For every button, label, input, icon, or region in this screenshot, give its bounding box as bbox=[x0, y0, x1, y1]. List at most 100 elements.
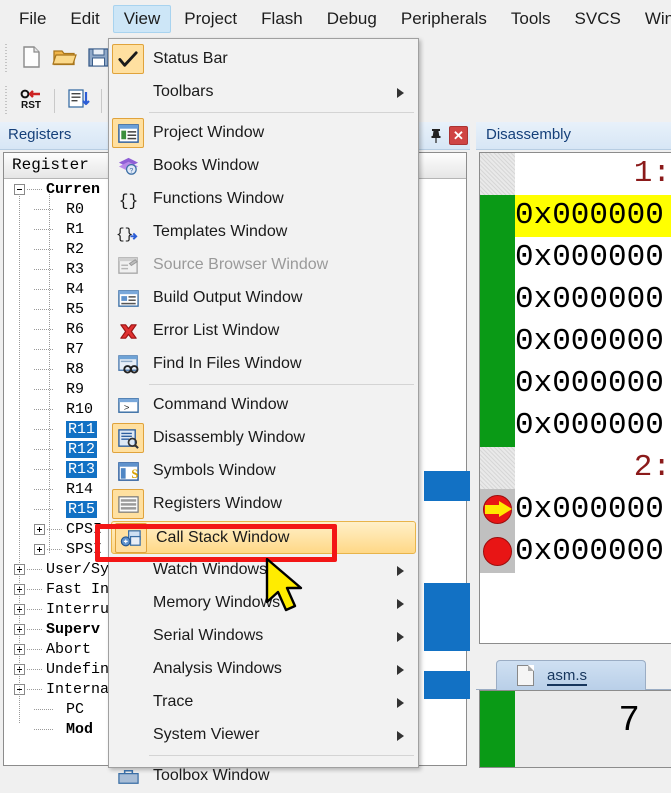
submenu-arrow-icon bbox=[397, 88, 404, 98]
menu-item-trace[interactable]: Trace bbox=[109, 686, 418, 719]
close-icon[interactable]: ✕ bbox=[449, 126, 468, 145]
menu-bar: File Edit View Project Flash Debug Peripherals… bbox=[0, 0, 671, 38]
menu-item-books-window[interactable]: ? Books Window bbox=[109, 150, 418, 183]
register-tree-row-label: SPSI bbox=[66, 541, 103, 558]
menu-item-label: Disassembly Window bbox=[153, 429, 306, 446]
reset-button[interactable]: RST bbox=[14, 84, 48, 118]
view-dropdown-menu[interactable]: Status Bar Toolbars Project Window? Books W… bbox=[108, 38, 419, 784]
templates-icon: {} bbox=[112, 217, 144, 247]
menu-item-label: Command Window bbox=[153, 396, 289, 413]
editor-text-area[interactable]: 7 bbox=[479, 690, 671, 768]
disassembly-gutter[interactable] bbox=[480, 153, 515, 643]
register-tree-row-label: R5 bbox=[66, 301, 85, 318]
svg-text:>: > bbox=[123, 402, 129, 413]
disassembly-line[interactable]: 0x000000 bbox=[515, 489, 671, 531]
menu-item-error-list-window[interactable]: Error List Window bbox=[109, 315, 418, 348]
menu-item-status-bar[interactable]: Status Bar bbox=[109, 43, 418, 76]
tree-connector bbox=[34, 469, 54, 470]
register-tree-row-label: PC bbox=[66, 701, 85, 718]
menu-item-find-in-files-window[interactable]: Find In Files Window bbox=[109, 348, 418, 381]
tree-connector bbox=[27, 569, 43, 570]
disassembly-line[interactable]: 0x000000 bbox=[515, 363, 671, 405]
disassembly-line[interactable]: 0x000000 bbox=[515, 405, 671, 447]
gutter-segment[interactable] bbox=[480, 363, 515, 405]
gutter-segment[interactable] bbox=[480, 447, 515, 489]
menu-item-system-viewer[interactable]: System Viewer bbox=[109, 719, 418, 752]
menu-item-functions-window[interactable]: {} Functions Window bbox=[109, 183, 418, 216]
menubar-item-tools[interactable]: Tools bbox=[500, 5, 562, 33]
open-folder-icon bbox=[52, 45, 78, 74]
menu-item-label: System Viewer bbox=[153, 726, 260, 743]
gutter-segment[interactable] bbox=[480, 195, 515, 237]
toolbar-separator bbox=[101, 89, 102, 113]
document-icon bbox=[517, 665, 534, 686]
svg-text:S: S bbox=[131, 467, 138, 481]
register-tree-row-label: Abort bbox=[46, 641, 92, 658]
register-tree-row-label: R8 bbox=[66, 361, 85, 378]
tree-connector bbox=[27, 609, 43, 610]
step-into-icon bbox=[65, 87, 91, 116]
tree-connector bbox=[34, 369, 54, 370]
tree-connector bbox=[34, 289, 54, 290]
menubar-item-project[interactable]: Project bbox=[173, 5, 248, 33]
disassembly-window-icon bbox=[112, 423, 144, 453]
source-line-number: 2: bbox=[633, 450, 671, 485]
menubar-item-svcs[interactable]: SVCS bbox=[564, 5, 632, 33]
gutter-segment[interactable] bbox=[480, 237, 515, 279]
menu-item-project-window[interactable]: Project Window bbox=[109, 117, 418, 150]
menubar-item-view[interactable]: View bbox=[112, 5, 172, 33]
menubar-item-file[interactable]: File bbox=[8, 5, 57, 33]
gutter-segment[interactable] bbox=[480, 279, 515, 321]
breakpoint-icon[interactable] bbox=[483, 537, 512, 566]
tree-connector bbox=[27, 189, 43, 190]
menu-item-symbols-window[interactable]: S Symbols Window bbox=[109, 455, 418, 488]
expand-icon[interactable] bbox=[34, 524, 45, 535]
editor-gutter bbox=[480, 691, 515, 767]
tab-asm-s[interactable]: asm.s bbox=[496, 660, 646, 690]
open-folder-button[interactable] bbox=[48, 42, 82, 76]
menu-item-toolbars[interactable]: Toolbars bbox=[109, 76, 418, 109]
menu-item-serial-windows[interactable]: Serial Windows bbox=[109, 620, 418, 653]
current-statement-arrow-icon[interactable] bbox=[483, 495, 512, 524]
menu-item-templates-window[interactable]: {} Templates Window bbox=[109, 216, 418, 249]
menu-item-analysis-windows[interactable]: Analysis Windows bbox=[109, 653, 418, 686]
toolbar-grip[interactable] bbox=[2, 44, 11, 74]
menu-item-command-window[interactable]: > Command Window bbox=[109, 389, 418, 422]
pin-icon[interactable] bbox=[428, 127, 444, 145]
menu-item-toolbox-window[interactable]: Toolbox Window bbox=[109, 760, 418, 793]
menu-item-label: Serial Windows bbox=[153, 627, 264, 644]
menu-item-source-browser-window[interactable]: Source Browser Window bbox=[109, 249, 418, 282]
disassembly-line[interactable]: 0x000000 bbox=[515, 279, 671, 321]
gutter-segment[interactable] bbox=[480, 153, 515, 195]
new-file-icon bbox=[18, 45, 44, 74]
register-tree-row-label: Superv bbox=[46, 621, 101, 638]
expand-icon[interactable] bbox=[34, 544, 45, 555]
register-tree-row-label: Interna bbox=[46, 681, 110, 698]
menu-item-memory-windows[interactable]: Memory Windows bbox=[109, 587, 418, 620]
step-into-button[interactable] bbox=[61, 84, 95, 118]
menubar-item-edit[interactable]: Edit bbox=[59, 5, 110, 33]
menu-item-disassembly-window[interactable]: Disassembly Window bbox=[109, 422, 418, 455]
menu-item-call-stack-window[interactable]: Call Stack Window bbox=[111, 521, 416, 554]
gutter-segment[interactable] bbox=[480, 405, 515, 447]
new-file-button[interactable] bbox=[14, 42, 48, 76]
disassembly-line[interactable]: 0x000000 bbox=[515, 195, 671, 237]
menu-item-build-output-window[interactable]: Build Output Window bbox=[109, 282, 418, 315]
disassembly-line[interactable]: 0x000000 bbox=[515, 531, 671, 573]
toolbar-grip[interactable] bbox=[2, 86, 11, 116]
registers-window-icon bbox=[112, 489, 144, 519]
disassembly-listing[interactable]: 1: 0x000000 0x000000 0x000000 0x000000 0x0000… bbox=[479, 152, 671, 644]
menubar-item-peripherals[interactable]: Peripherals bbox=[390, 5, 498, 33]
disassembly-line[interactable]: 0x000000 bbox=[515, 321, 671, 363]
menu-item-label: Functions Window bbox=[153, 190, 284, 207]
menubar-item-debug[interactable]: Debug bbox=[316, 5, 388, 33]
menu-item-registers-window[interactable]: Registers Window bbox=[109, 488, 418, 521]
submenu-arrow-icon bbox=[397, 599, 404, 609]
menubar-item-windo[interactable]: Windo bbox=[634, 5, 671, 33]
menubar-item-flash[interactable]: Flash bbox=[250, 5, 314, 33]
registers-panel-title: Registers bbox=[8, 126, 72, 143]
disassembly-line[interactable]: 0x000000 bbox=[515, 237, 671, 279]
disassembly-panel-titlebar: Disassembly bbox=[476, 122, 671, 150]
menu-item-watch-windows[interactable]: Watch Windows bbox=[109, 554, 418, 587]
gutter-segment[interactable] bbox=[480, 321, 515, 363]
